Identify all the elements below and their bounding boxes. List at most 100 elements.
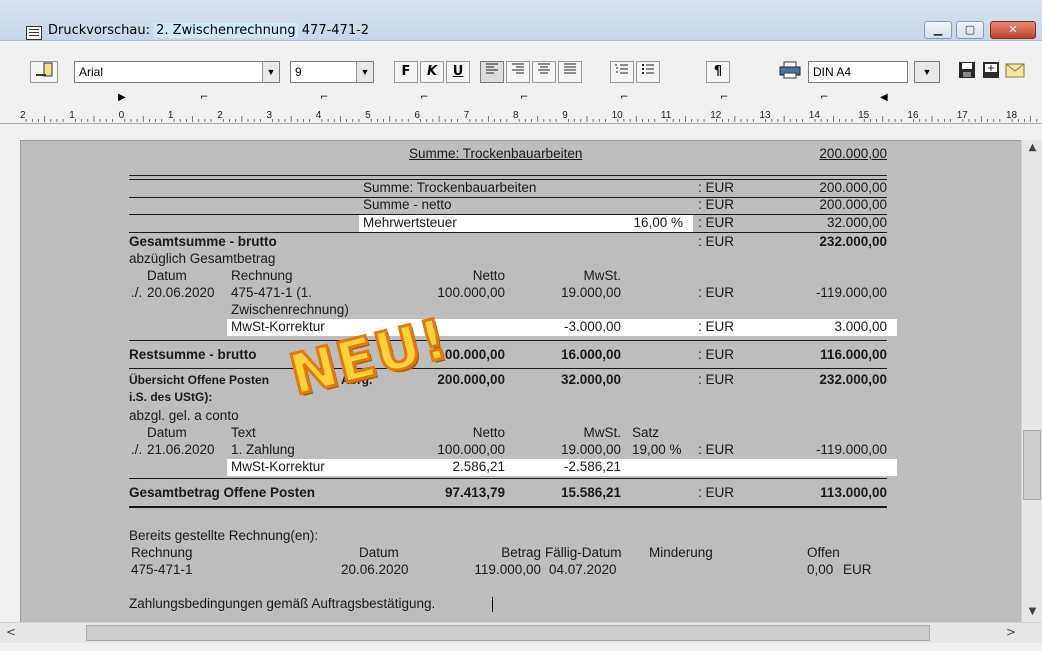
numbered-list-icon [615, 64, 628, 74]
ruler-label: 2 [217, 110, 223, 121]
tab-stop-icon: ⌐ [520, 92, 529, 103]
size-select[interactable]: 9 ▼ [290, 61, 374, 83]
paper-format-field[interactable]: DIN A4 [808, 61, 908, 83]
zahlung-satz: 19,00 % [632, 442, 682, 457]
paper-format-dropdown[interactable]: ▼ [914, 61, 940, 83]
export-button[interactable] [980, 61, 1002, 83]
summe-top-label: Summe: Trockenbauarbeiten [409, 146, 583, 161]
divider [129, 506, 887, 508]
header-netto: Netto [472, 268, 505, 283]
zahlung-datum: 21.06.2020 [147, 442, 215, 457]
op-cur: : EUR [698, 372, 735, 387]
paragraph-marks-button[interactable]: ¶ [706, 61, 730, 83]
italic-button[interactable]: K [420, 61, 444, 83]
font-select[interactable]: Arial ▼ [74, 61, 280, 83]
ruler-label: 9 [562, 110, 568, 121]
maximize-icon: ▢ [964, 23, 976, 36]
scroll-left-icon[interactable]: < [6, 625, 16, 639]
horizontal-scrollbar[interactable]: < > [0, 622, 1042, 644]
divider [129, 232, 887, 233]
print-button[interactable] [776, 61, 804, 83]
scroll-up-icon[interactable]: ▲ [1022, 142, 1042, 153]
vertical-scroll-thumb[interactable] [1023, 430, 1041, 500]
row1-prefix: ./. [131, 285, 143, 300]
align-center-button[interactable] [532, 61, 556, 83]
korrektur2-netto: 2.586,21 [452, 459, 505, 474]
bold-button[interactable]: F [394, 61, 418, 83]
summary-cur-1: : EUR [698, 197, 735, 212]
ruler-label: 14 [809, 110, 821, 121]
close-button[interactable]: ✕ [990, 21, 1036, 39]
printer-icon [779, 61, 801, 79]
summary-value-1: 200.000,00 [819, 197, 887, 212]
minimize-button[interactable]: ▁ [924, 21, 952, 39]
close-icon: ✕ [1008, 23, 1018, 36]
print-preview-window: Druckvorschau: 2. Zwischenrechnung 477-4… [0, 0, 1042, 651]
align-center-icon [538, 63, 550, 74]
invoice-cur: EUR [843, 562, 872, 577]
zahlung-cur: : EUR [698, 442, 735, 457]
exit-preview-button[interactable] [30, 61, 58, 83]
scroll-right-icon[interactable]: > [1006, 625, 1016, 639]
bullet-list-button[interactable] [636, 61, 660, 83]
zahlung-netto: 100.000,00 [437, 442, 505, 457]
horizontal-scroll-thumb[interactable] [86, 625, 930, 641]
row1-rechnung: 475-471-1 (1. [231, 285, 313, 300]
row1-value: -119.000,00 [815, 285, 887, 300]
invoice-offen: 0,00 [807, 562, 834, 577]
vertical-scrollbar[interactable]: ▲ ▼ [1021, 140, 1042, 622]
align-left-icon [486, 63, 498, 74]
document-page: Summe: Trockenbauarbeiten 200.000,00 Sum… [21, 141, 1021, 623]
abzueglich-label: abzüglich Gesamtbetrag [129, 251, 276, 266]
indent-marker-icon: ▶ [118, 92, 126, 103]
gop-label: Gesamtbetrag Offene Posten [129, 485, 316, 500]
restsumme-mwst: 16.000,00 [560, 347, 621, 362]
ruler-scale: 2 1 0 1 2 3 4 5 6 7 8 9 10 11 12 13 14 15 16 17 18 [20, 110, 1038, 122]
gop-mwst: 15.586,21 [560, 485, 621, 500]
gesamtsumme-label: Gesamtsumme - brutto [129, 234, 277, 249]
align-right-button[interactable] [506, 61, 530, 83]
korrektur1-mwst: -3.000,00 [563, 319, 621, 334]
divider [129, 340, 887, 341]
zahlung-prefix: ./. [131, 442, 143, 457]
ruler-label: 17 [957, 110, 969, 121]
korrektur1-value: 3.000,00 [834, 319, 887, 334]
summary-label-1: Summe - netto [363, 197, 452, 212]
right-margin-marker-icon: ◀ [880, 92, 888, 103]
invoice-faellig: 04.07.2020 [549, 562, 617, 577]
maximize-button[interactable]: ▢ [956, 21, 984, 39]
document-view[interactable]: Summe: Trockenbauarbeiten 200.000,00 Sum… [20, 140, 1022, 624]
title-suffix: 477-471-2 [297, 23, 370, 38]
text-cursor [492, 597, 493, 612]
numbered-list-button[interactable] [610, 61, 634, 83]
korrektur2-mwst: -2.586,21 [563, 459, 621, 474]
summary-value-2: 32.000,00 [826, 215, 887, 230]
korrektur2-label: MwSt-Korrektur [231, 459, 325, 474]
underline-label: U [452, 64, 464, 79]
invoices-header-minderung: Minderung [649, 545, 713, 560]
email-button[interactable] [1004, 61, 1026, 83]
align-left-button[interactable] [480, 61, 504, 83]
underline-button[interactable]: U [446, 61, 470, 83]
scroll-down-icon[interactable]: ▼ [1022, 606, 1042, 617]
restsumme-value: 116.000,00 [820, 347, 887, 362]
ruler-label: 4 [316, 110, 322, 121]
tab-stop-icon: ⌐ [820, 92, 829, 103]
gop-cur: : EUR [698, 485, 735, 500]
korrektur1-cur: : EUR [698, 319, 735, 334]
zahlung-mwst: 19.000,00 [560, 442, 621, 457]
gesamtsumme-value: 232.000,00 [819, 234, 887, 249]
invoices-header-betrag: Betrag [501, 545, 541, 560]
korrektur1-label: MwSt-Korrektur [231, 319, 325, 334]
tab-ruler[interactable]: ▶ ⌐ ⌐ ⌐ ⌐ ⌐ ⌐ ⌐ ◀ [0, 91, 1042, 107]
window-title: Druckvorschau: 2. Zwischenrechnung 477-4… [48, 23, 369, 38]
ruler-label: 3 [267, 110, 273, 121]
status-strip [0, 643, 1042, 651]
op-label: Übersicht Offene Posten [129, 373, 270, 387]
save-button[interactable] [956, 61, 978, 83]
title-bar[interactable]: Druckvorschau: 2. Zwischenrechnung 477-4… [0, 0, 1042, 41]
justify-button[interactable] [558, 61, 582, 83]
header2-datum: Datum [147, 425, 187, 440]
ruler-label: 5 [365, 110, 371, 121]
divider [129, 368, 887, 369]
